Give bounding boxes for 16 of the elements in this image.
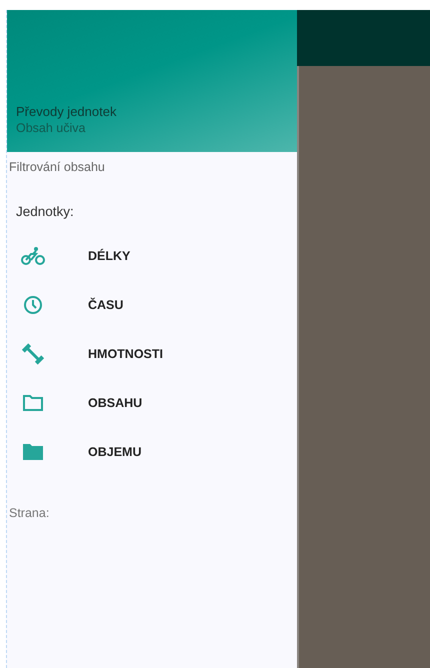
menu-item[interactable]: HMOTNOSTI — [88, 346, 163, 360]
menu-item[interactable]: DÉLKY — [88, 248, 130, 262]
menu-item[interactable]: OBJEMU — [88, 444, 142, 458]
menu-item[interactable]: OBSAHU — [88, 396, 142, 410]
section-label: Jednotky: — [16, 204, 74, 219]
folder-outline-icon — [22, 394, 44, 412]
clock-icon — [23, 294, 43, 314]
scrim-overlay[interactable] — [297, 66, 430, 668]
folder-icon — [22, 442, 44, 460]
menu-item[interactable]: ČASU — [88, 298, 124, 312]
dumbbell-icon — [21, 342, 45, 366]
bicycle-icon — [21, 246, 45, 266]
filter-label: Filtrování obsahu — [9, 160, 105, 174]
app-title: Převody jednotek — [16, 104, 118, 119]
app-subtitle: Obsah učiva — [16, 121, 86, 135]
page-label: Strana: — [9, 506, 50, 520]
